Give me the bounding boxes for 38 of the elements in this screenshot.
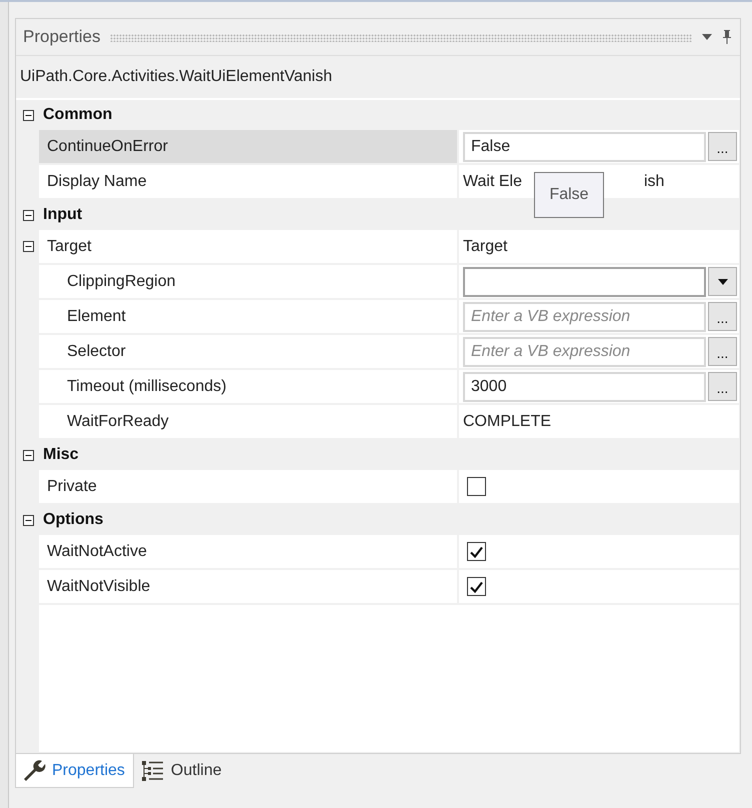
panel-tab[interactable]: Outline	[134, 754, 231, 788]
tooltip: False	[534, 172, 604, 218]
category-label: Misc	[42, 446, 79, 464]
dropdown-button[interactable]	[708, 267, 737, 296]
checkbox[interactable]	[467, 577, 486, 596]
value-field[interactable]: Enter a VB expression	[463, 302, 706, 332]
category-label: Common	[42, 106, 112, 124]
check-icon	[470, 580, 483, 592]
property-value: Wait Ele	[463, 172, 522, 190]
panel-title: Properties	[23, 27, 100, 47]
pin-icon[interactable]	[722, 30, 732, 44]
value-field[interactable]: Enter a VB expression	[463, 336, 706, 366]
check-icon	[470, 546, 483, 558]
category-label: Input	[42, 206, 82, 224]
dropdown-icon[interactable]	[702, 34, 712, 40]
activity-type: UiPath.Core.Activities.WaitUiElementVanish	[20, 68, 332, 86]
wrench-icon	[22, 760, 46, 782]
ellipsis-button[interactable]: ...	[708, 337, 737, 366]
collapse-icon[interactable]	[22, 450, 34, 460]
value-field[interactable]: 3000	[463, 372, 706, 402]
checkbox[interactable]	[467, 542, 486, 561]
ellipsis-button[interactable]: ...	[708, 132, 737, 161]
caret-icon	[718, 278, 728, 284]
property-value: ish	[644, 172, 664, 190]
grip-handle[interactable]	[110, 34, 692, 42]
category-label: Options	[42, 511, 104, 529]
collapse-icon[interactable]	[22, 210, 34, 220]
ellipsis-button[interactable]: ...	[708, 372, 737, 401]
ellipsis-button[interactable]: ...	[708, 302, 737, 331]
checkbox[interactable]	[467, 477, 486, 496]
panel-tab[interactable]: Properties	[15, 754, 134, 788]
collapse-icon[interactable]	[22, 110, 34, 120]
dropdown-field[interactable]	[463, 266, 706, 296]
collapse-icon[interactable]	[22, 514, 34, 526]
value-field[interactable]: False	[463, 132, 706, 162]
outline-icon	[140, 760, 165, 782]
property-name-cell[interactable]: ContinueOnError	[39, 130, 459, 163]
collapse-icon[interactable]	[22, 241, 34, 252]
